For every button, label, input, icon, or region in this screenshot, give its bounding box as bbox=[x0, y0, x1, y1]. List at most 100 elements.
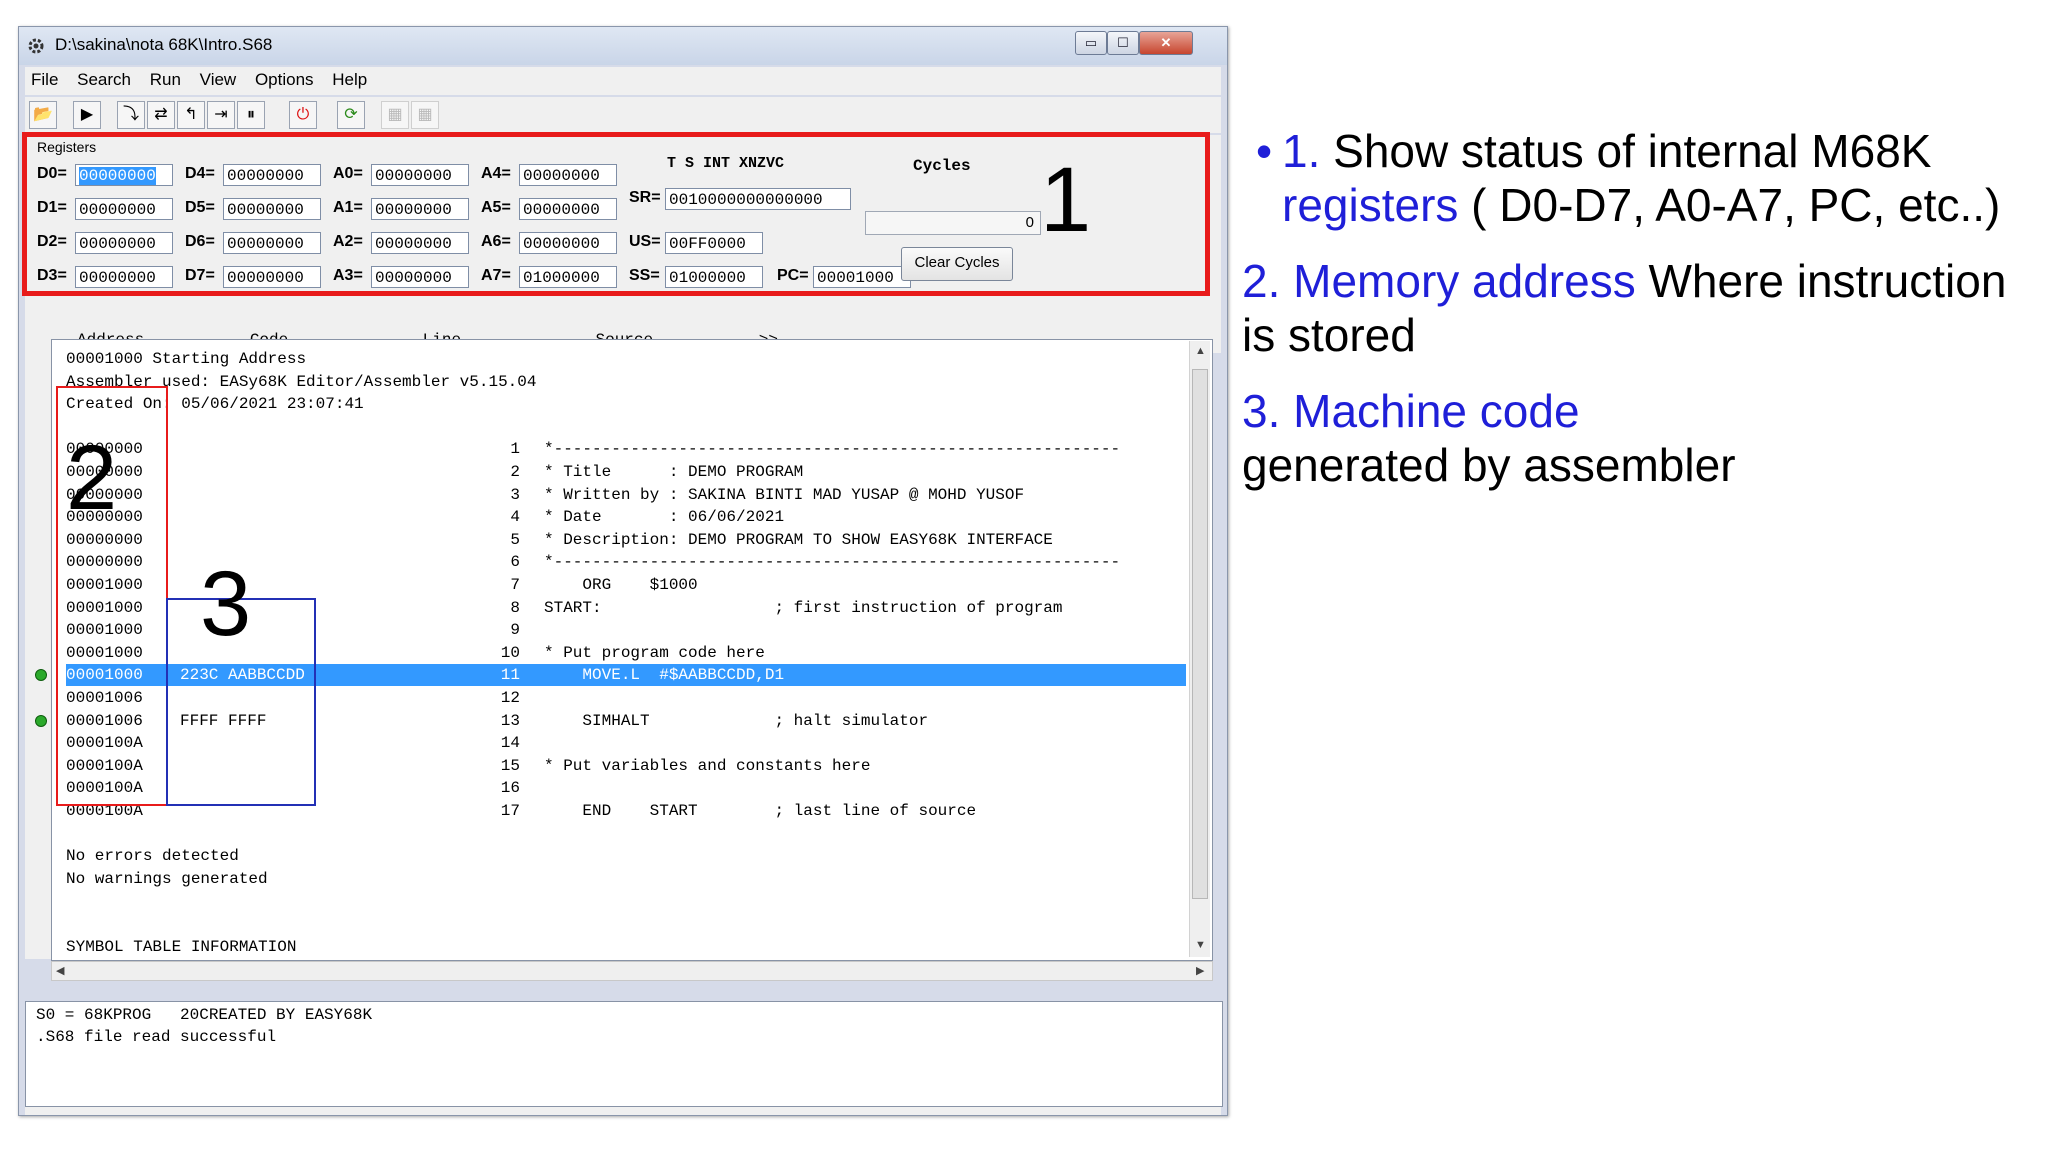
breakpoint-dot-icon[interactable] bbox=[35, 669, 47, 682]
listing-line-number: 11 bbox=[500, 666, 520, 685]
disabled-tool-icon: ▦ bbox=[381, 101, 409, 129]
listing-row[interactable]: 00000000 5 * Description: DEMO PROGRAM TO … bbox=[66, 529, 1186, 551]
listing-line-number: 10 bbox=[500, 643, 520, 662]
message-pane[interactable]: S0 = 68KPROG 20CREATED BY EASY68K .S68 f… bbox=[25, 1001, 1223, 1107]
listing-line-number: 8 bbox=[510, 598, 520, 617]
trace-into-icon[interactable]: ⇄ bbox=[147, 101, 175, 129]
listing-row[interactable] bbox=[66, 913, 1186, 935]
listing-source: * Title : DEMO PROGRAM bbox=[544, 463, 804, 481]
listing-line-number: 5 bbox=[510, 530, 520, 549]
listing-source: * Written by : SAKINA BINTI MAD YUSAP @ … bbox=[544, 485, 1025, 504]
listing-line-number: 12 bbox=[500, 689, 520, 707]
listing-line-number: 9 bbox=[510, 621, 520, 640]
menu-file[interactable]: File bbox=[25, 67, 66, 90]
toolbar: 📂 ▶ ⤵ ⇄ ↰ ⇥ ⏸ ⏻ ⟳ ▦ ▦ bbox=[25, 97, 1221, 133]
annotation-number-3: 3 bbox=[200, 553, 252, 655]
message-line: S0 = 68KPROG 20CREATED BY EASY68K bbox=[36, 1006, 373, 1024]
listing-row[interactable] bbox=[66, 416, 1186, 438]
window-title: D:\sakina\nota 68K\Intro.S68 bbox=[55, 35, 273, 54]
scroll-up-icon[interactable]: ▲ bbox=[1195, 345, 1206, 357]
listing-row[interactable]: No errors detected bbox=[66, 845, 1186, 867]
menu-search[interactable]: Search bbox=[71, 67, 139, 90]
listing-line-number: 17 bbox=[500, 802, 520, 820]
listing-row[interactable]: No warnings generated bbox=[66, 868, 1186, 890]
listing-source: * Description: DEMO PROGRAM TO SHOW EASY… bbox=[544, 530, 1053, 549]
bullet-icon: • bbox=[1256, 125, 1273, 177]
menu-options[interactable]: Options bbox=[249, 67, 322, 90]
scroll-left-icon[interactable]: ◀ bbox=[56, 964, 64, 977]
listing-address: 00001000 Starting Address bbox=[66, 350, 307, 368]
listing-source: START: ; first instruction of program bbox=[544, 598, 1063, 617]
listing-source: * Put variables and constants here bbox=[544, 756, 871, 775]
listing-address: SYMBOL TABLE INFORMATION bbox=[66, 937, 297, 956]
breakpoint-gutter[interactable] bbox=[25, 339, 51, 959]
listing-row[interactable]: Created On: 05/06/2021 23:07:41 bbox=[66, 393, 1186, 415]
listing-line-number: 13 bbox=[500, 711, 520, 730]
run-icon[interactable]: ▶ bbox=[73, 101, 101, 129]
menu-bar: File Search Run View Options Help bbox=[25, 67, 1221, 95]
listing-line-number: 4 bbox=[510, 508, 520, 527]
listing-source: MOVE.L #$AABBCCDD,D1 bbox=[544, 666, 785, 685]
registers-annotation-box bbox=[22, 132, 1210, 296]
note-2-heading: 2. Memory address bbox=[1242, 255, 1636, 307]
listing-line-number: 2 bbox=[510, 463, 520, 481]
listing-source: * Put program code here bbox=[544, 643, 765, 662]
listing-address: No errors detected bbox=[66, 847, 239, 866]
listing-line-number: 3 bbox=[510, 485, 520, 504]
listing-address: No warnings generated bbox=[66, 869, 268, 888]
listing-source: *---------------------------------------… bbox=[544, 553, 1121, 572]
scroll-right-icon[interactable]: ▶ bbox=[1196, 964, 1204, 977]
listing-row[interactable]: SYMBOL TABLE INFORMATION bbox=[66, 936, 1186, 958]
scroll-thumb[interactable] bbox=[1192, 369, 1208, 899]
listing-row[interactable]: 00000000 4 * Date : 06/06/2021 bbox=[66, 506, 1186, 528]
step-out-icon[interactable]: ↰ bbox=[177, 101, 205, 129]
listing-line-number: 7 bbox=[510, 576, 520, 594]
listing-line-number: 1 bbox=[510, 440, 520, 459]
run-to-cursor-icon[interactable]: ⇥ bbox=[207, 101, 235, 129]
vertical-scrollbar[interactable]: ▲ ▼ bbox=[1189, 341, 1210, 957]
note-1-text: Show status of internal M68K bbox=[1333, 125, 1932, 177]
listing-source: END START ; last line of source bbox=[544, 802, 977, 820]
listing-line-number: 16 bbox=[500, 779, 520, 798]
annotation-number-1: 1 bbox=[1040, 149, 1092, 251]
listing-source: SIMHALT ; halt simulator bbox=[544, 711, 929, 730]
status-bar bbox=[25, 1107, 1221, 1115]
listing-row[interactable]: 00000000 2 * Title : DEMO PROGRAM bbox=[66, 461, 1186, 483]
listing-source: *---------------------------------------… bbox=[544, 440, 1121, 459]
scroll-down-icon[interactable]: ▼ bbox=[1195, 939, 1206, 951]
pause-icon[interactable]: ⏸ bbox=[237, 101, 265, 129]
horizontal-scrollbar[interactable]: ◀ ▶ bbox=[51, 961, 1213, 981]
open-file-icon[interactable]: 📂 bbox=[29, 101, 57, 129]
listing-row[interactable] bbox=[66, 823, 1186, 845]
note-1-number: 1. bbox=[1282, 125, 1321, 177]
menu-help[interactable]: Help bbox=[326, 67, 375, 90]
annotation-number-2: 2 bbox=[66, 427, 118, 529]
menu-run[interactable]: Run bbox=[144, 67, 189, 90]
reload-icon[interactable]: ⟳ bbox=[337, 101, 365, 129]
step-over-icon[interactable]: ⤵ bbox=[117, 101, 145, 129]
listing-row[interactable]: 00001000 Starting Address bbox=[66, 348, 1186, 370]
minimize-button[interactable]: ▭ bbox=[1075, 31, 1107, 55]
gear-icon bbox=[27, 37, 45, 55]
breakpoint-dot-icon[interactable] bbox=[35, 714, 47, 727]
reset-icon[interactable]: ⏻ bbox=[289, 101, 317, 129]
listing-line-number: 6 bbox=[510, 553, 520, 572]
maximize-button[interactable]: ☐ bbox=[1107, 31, 1139, 55]
listing-row[interactable]: Assembler used: EASy68K Editor/Assembler… bbox=[66, 371, 1186, 393]
disabled-tool-2-icon: ▦ bbox=[411, 101, 439, 129]
listing-source: ORG $1000 bbox=[544, 576, 698, 594]
listing-row[interactable]: 00000000 1 *------------------------------… bbox=[66, 438, 1186, 460]
message-line: .S68 file read successful bbox=[36, 1028, 277, 1046]
menu-view[interactable]: View bbox=[194, 67, 245, 90]
note-3-text: generated by assembler bbox=[1242, 439, 1736, 491]
note-3-heading: 3. Machine code bbox=[1242, 385, 1580, 437]
listing-row[interactable]: 00000000 3 * Written by : SAKINA BINTI MAD… bbox=[66, 484, 1186, 506]
listing-line-number: 15 bbox=[500, 756, 520, 775]
explanation-notes: • 1. Show status of internal M68K regist… bbox=[1242, 124, 2022, 514]
title-bar: D:\sakina\nota 68K\Intro.S68 ▭ ☐ ✕ bbox=[19, 27, 1227, 65]
listing-source: * Date : 06/06/2021 bbox=[544, 508, 785, 527]
listing-row[interactable] bbox=[66, 890, 1186, 912]
note-1-keyword: registers bbox=[1282, 179, 1459, 231]
listing-line-number: 14 bbox=[500, 734, 520, 753]
close-button[interactable]: ✕ bbox=[1139, 31, 1193, 55]
